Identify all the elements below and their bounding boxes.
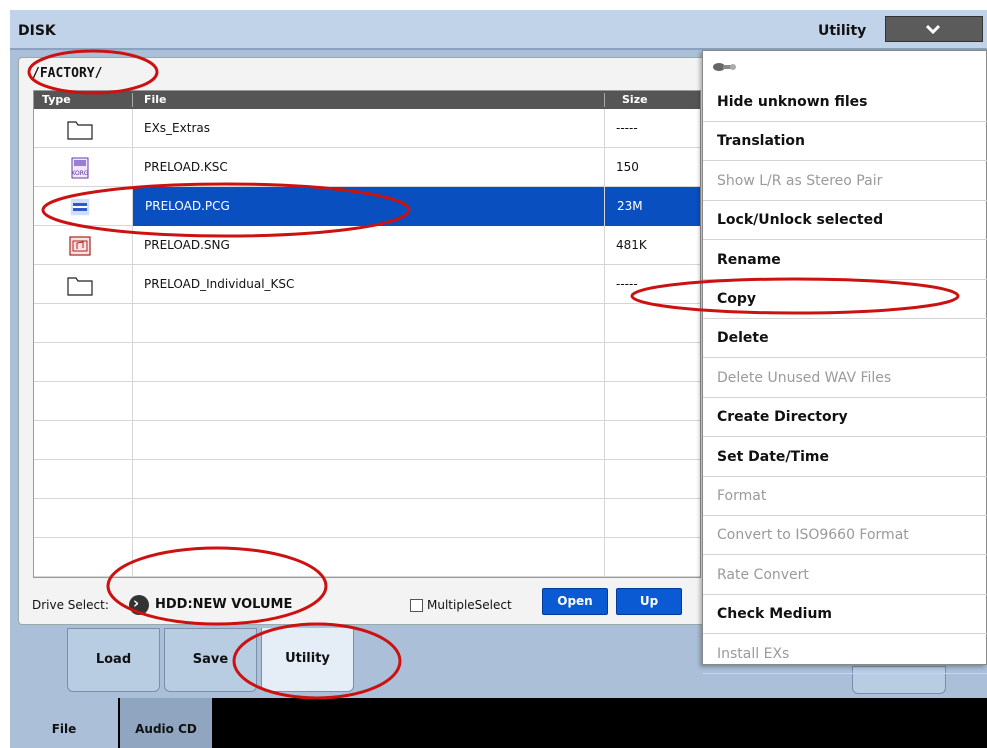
open-button[interactable]: Open [542, 588, 608, 615]
file-name: PRELOAD_Individual_KSC [144, 277, 295, 291]
column-divider [132, 109, 133, 148]
column-divider [604, 538, 605, 577]
column-header-type: Type [42, 93, 71, 106]
up-button[interactable]: Up [616, 588, 682, 615]
column-divider [132, 499, 133, 538]
column-divider [604, 226, 605, 265]
file-browser-panel: /FACTORY/ Type File Size EXs_Extras -----… [18, 57, 708, 625]
column-divider [604, 93, 605, 107]
menu-item-convert-to-iso9660-format: Convert to ISO9660 Format [703, 516, 987, 556]
column-divider [132, 304, 133, 343]
table-row[interactable]: PRELOAD.SNG 481K [34, 226, 700, 265]
table-row[interactable]: PRELOAD_Individual_KSC ----- [34, 265, 700, 304]
table-row[interactable] [34, 538, 700, 577]
file-size: 481K [616, 238, 647, 252]
chevron-right-icon: › [133, 594, 140, 612]
column-divider [132, 382, 133, 421]
column-divider [132, 265, 133, 304]
column-divider [132, 226, 133, 265]
file-name: PRELOAD.SNG [144, 238, 230, 252]
pin-icon[interactable] [711, 59, 737, 78]
file-size: ----- [616, 121, 638, 135]
drive-select-value: HDD:NEW VOLUME [155, 597, 293, 612]
file-name: PRELOAD.KSC [144, 160, 228, 174]
tab-utility[interactable]: Utility [261, 628, 354, 692]
column-header-size: Size [622, 93, 648, 106]
column-divider [604, 499, 605, 538]
footer-tab-bar: File Audio CD [10, 698, 987, 748]
drive-select-button[interactable]: › [129, 594, 149, 615]
menu-item-show-l-r-as-stereo-pair: Show L/R as Stereo Pair [703, 162, 987, 201]
table-row[interactable] [34, 460, 700, 499]
column-divider [132, 148, 133, 187]
svg-text:KORG: KORG [71, 170, 88, 177]
column-divider [604, 265, 605, 304]
column-divider [604, 382, 605, 421]
menu-item-translation[interactable]: Translation [703, 122, 987, 162]
column-divider [132, 93, 133, 107]
menu-item-rate-convert: Rate Convert [703, 556, 987, 595]
file-size: ----- [616, 277, 638, 291]
table-row[interactable] [34, 382, 700, 421]
utility-menu: Hide unknown files Translation Show L/R as… [702, 50, 987, 674]
column-divider [132, 538, 133, 577]
table-row[interactable]: EXs_Extras ----- [34, 109, 700, 148]
table-row[interactable] [34, 343, 700, 382]
file-list[interactable]: Type File Size EXs_Extras ----- KORG PRELOA… [33, 90, 701, 578]
column-divider [604, 460, 605, 499]
table-row[interactable]: KORG PRELOAD.KSC 150 [34, 148, 700, 187]
folder-icon [67, 118, 93, 140]
footer-tab-audio-cd[interactable]: Audio CD [120, 698, 212, 748]
menu-item-hide-unknown-files[interactable]: Hide unknown files [703, 83, 987, 122]
menu-item-format: Format [703, 477, 987, 516]
file-size: 150 [616, 160, 639, 174]
table-row[interactable] [34, 304, 700, 343]
menu-item-install-exs: Install EXs [703, 635, 987, 674]
song-file-icon [67, 235, 93, 257]
menu-item-delete[interactable]: Delete [703, 319, 987, 359]
column-divider [132, 421, 133, 460]
menu-item-create-directory[interactable]: Create Directory [703, 398, 987, 438]
column-divider [132, 460, 133, 499]
menu-item-set-date-time[interactable]: Set Date/Time [703, 438, 987, 477]
disk-screen: DISK Utility /FACTORY/ Type File Size EX… [10, 10, 987, 748]
drive-select-label: Drive Select: [32, 598, 109, 612]
multiple-select-checkbox[interactable] [410, 599, 423, 612]
column-divider [604, 148, 605, 187]
menu-item-delete-unused-wav-files: Delete Unused WAV Files [703, 359, 987, 398]
pcg-file-icon [67, 196, 93, 218]
korg-ksc-file-icon: KORG [67, 157, 93, 179]
column-header-file: File [144, 93, 167, 106]
column-divider [604, 343, 605, 382]
column-divider [604, 109, 605, 148]
table-row[interactable]: PRELOAD.PCG 23M [34, 187, 700, 226]
table-row[interactable] [34, 499, 700, 538]
tab-load[interactable]: Load [67, 628, 160, 692]
multiple-select-label: MultipleSelect [427, 598, 512, 612]
table-row[interactable] [34, 421, 700, 460]
menu-item-copy[interactable]: Copy [703, 280, 987, 319]
file-name: PRELOAD.PCG [133, 187, 604, 226]
utility-menu-button[interactable] [885, 16, 983, 42]
folder-icon [67, 274, 93, 296]
tab-save[interactable]: Save [164, 628, 257, 692]
chevron-down-icon [925, 19, 941, 38]
column-divider [604, 421, 605, 460]
page-title: DISK [18, 23, 56, 39]
file-name: EXs_Extras [144, 121, 210, 135]
utility-menu-label: Utility [818, 23, 867, 39]
file-size: 23M [605, 187, 700, 226]
file-list-header: Type File Size [34, 91, 700, 109]
column-divider [604, 304, 605, 343]
menu-item-check-medium[interactable]: Check Medium [703, 595, 987, 635]
menu-item-rename[interactable]: Rename [703, 241, 987, 280]
menu-item-lock-unlock-selected[interactable]: Lock/Unlock selected [703, 201, 987, 241]
footer-tab-file[interactable]: File [10, 698, 118, 748]
column-divider [132, 343, 133, 382]
current-path: /FACTORY/ [32, 66, 103, 81]
title-bar: DISK Utility [10, 10, 987, 50]
